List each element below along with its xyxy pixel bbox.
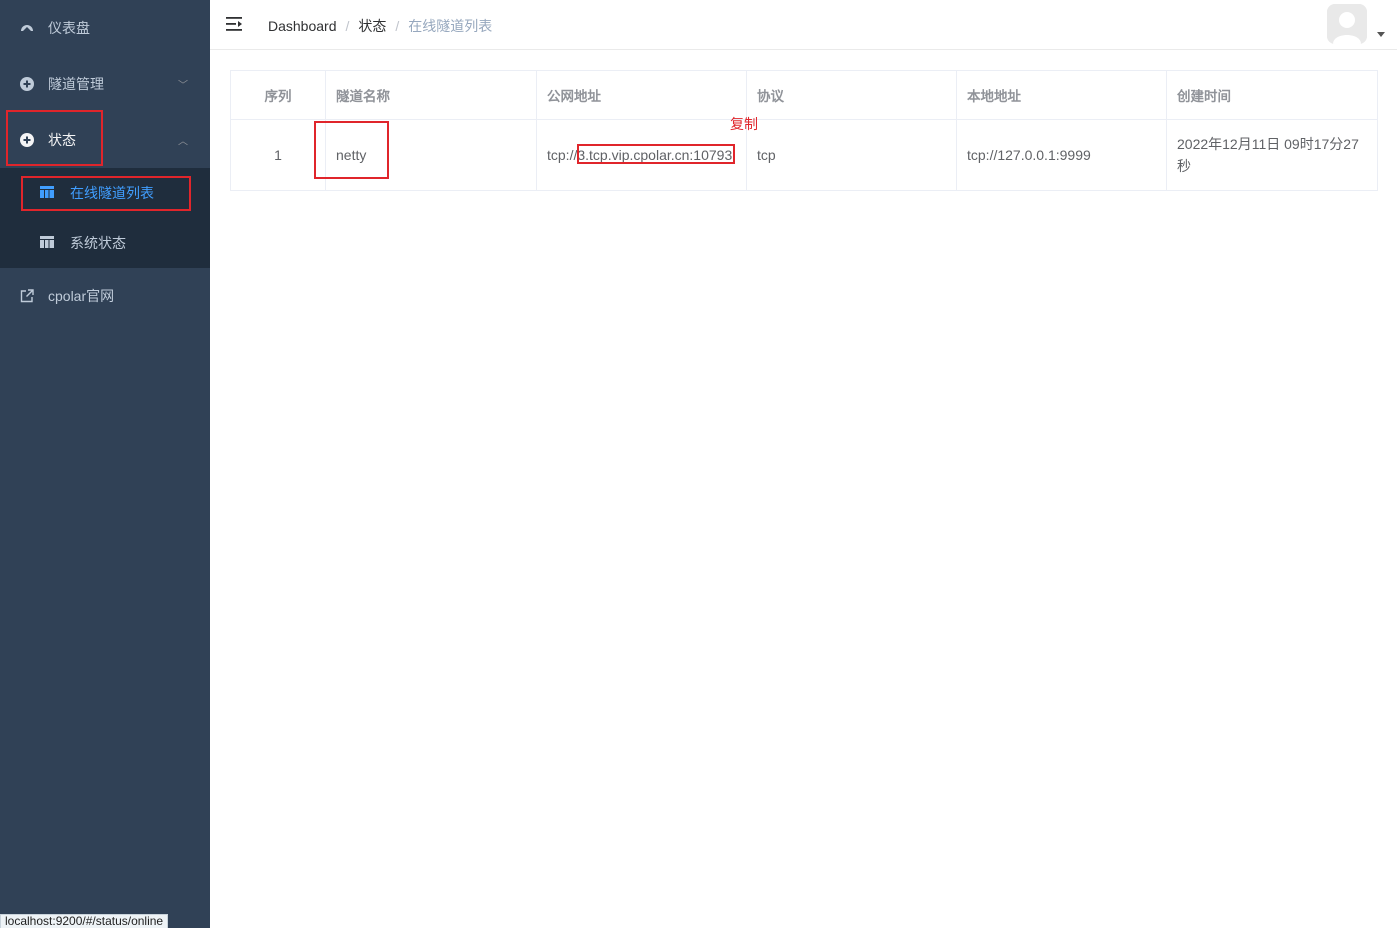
breadcrumb-dashboard[interactable]: Dashboard — [268, 18, 337, 34]
cell-created-time: 2022年12月11日 09时17分27秒 — [1166, 119, 1378, 191]
cell-local-address: tcp://127.0.0.1:9999 — [956, 119, 1167, 191]
plus-circle-icon — [20, 77, 34, 91]
table-header-row: 序列 隧道名称 公网地址 协议 本地地址 创建时间 — [230, 70, 1378, 120]
tunnel-table: 序列 隧道名称 公网地址 协议 本地地址 创建时间 1 netty tcp://… — [230, 70, 1378, 191]
column-header-index: 序列 — [230, 70, 326, 120]
browser-status-url: localhost:9200/#/status/online — [0, 914, 169, 928]
caret-down-icon[interactable] — [1377, 32, 1385, 37]
cell-index: 1 — [230, 119, 326, 191]
sidebar-item-cpolar-site[interactable]: cpolar官网 — [0, 268, 210, 324]
breadcrumb-current: 在线隧道列表 — [408, 18, 493, 34]
column-header-name: 隧道名称 — [325, 70, 537, 120]
column-header-public-address: 公网地址 — [536, 70, 747, 120]
breadcrumb-separator: / — [345, 18, 350, 34]
plus-circle-icon — [20, 133, 34, 147]
table-grid-icon — [40, 236, 54, 250]
dashboard-icon — [20, 21, 34, 35]
sidebar-item-label: 系统状态 — [70, 235, 126, 251]
sidebar-item-online-tunnels[interactable]: 在线隧道列表 — [0, 168, 210, 218]
sidebar-item-status[interactable]: 状态 ︿ — [0, 112, 210, 168]
copy-annotation-label: 复制 — [730, 116, 758, 132]
sidebar: 仪表盘 隧道管理 ﹀ 状态 ︿ 在线隧道列表 系统状态 cpolar官网 — [0, 0, 210, 928]
column-header-created-time: 创建时间 — [1166, 70, 1378, 120]
sidebar-item-label: cpolar官网 — [48, 288, 115, 304]
column-header-protocol: 协议 — [746, 70, 957, 120]
cell-public-address: tcp://3.tcp.vip.cpolar.cn:10793 — [536, 119, 747, 191]
breadcrumb: Dashboard / 状态 / 在线隧道列表 — [268, 16, 492, 36]
sidebar-item-label: 在线隧道列表 — [70, 185, 154, 201]
sidebar-item-label: 状态 — [48, 132, 76, 148]
cell-name: netty — [325, 119, 537, 191]
navbar: Dashboard / 状态 / 在线隧道列表 — [210, 0, 1397, 50]
sidebar-item-tunnel-management[interactable]: 隧道管理 ﹀ — [0, 56, 210, 112]
avatar[interactable] — [1327, 4, 1367, 44]
chevron-up-icon: ︿ — [178, 136, 188, 148]
table-row: 1 netty tcp://3.tcp.vip.cpolar.cn:10793 … — [230, 119, 1378, 191]
sidebar-item-dashboard[interactable]: 仪表盘 — [0, 0, 210, 56]
public-address-prefix: tcp:// — [547, 147, 578, 163]
sidebar-item-system-status[interactable]: 系统状态 — [0, 218, 210, 268]
external-link-icon — [20, 289, 34, 303]
breadcrumb-status[interactable]: 状态 — [358, 16, 386, 36]
breadcrumb-separator: / — [395, 18, 400, 34]
sidebar-item-label: 隧道管理 — [48, 76, 104, 92]
column-header-local-address: 本地地址 — [956, 70, 1167, 120]
public-address-host[interactable]: 3.tcp.vip.cpolar.cn:10793 — [577, 147, 732, 163]
cell-protocol: tcp — [746, 119, 957, 191]
chevron-down-icon: ﹀ — [178, 80, 188, 92]
sidebar-item-label: 仪表盘 — [48, 20, 90, 36]
table-grid-icon — [40, 186, 54, 200]
status-submenu: 在线隧道列表 系统状态 — [0, 168, 210, 268]
hamburger-icon[interactable] — [226, 16, 244, 32]
